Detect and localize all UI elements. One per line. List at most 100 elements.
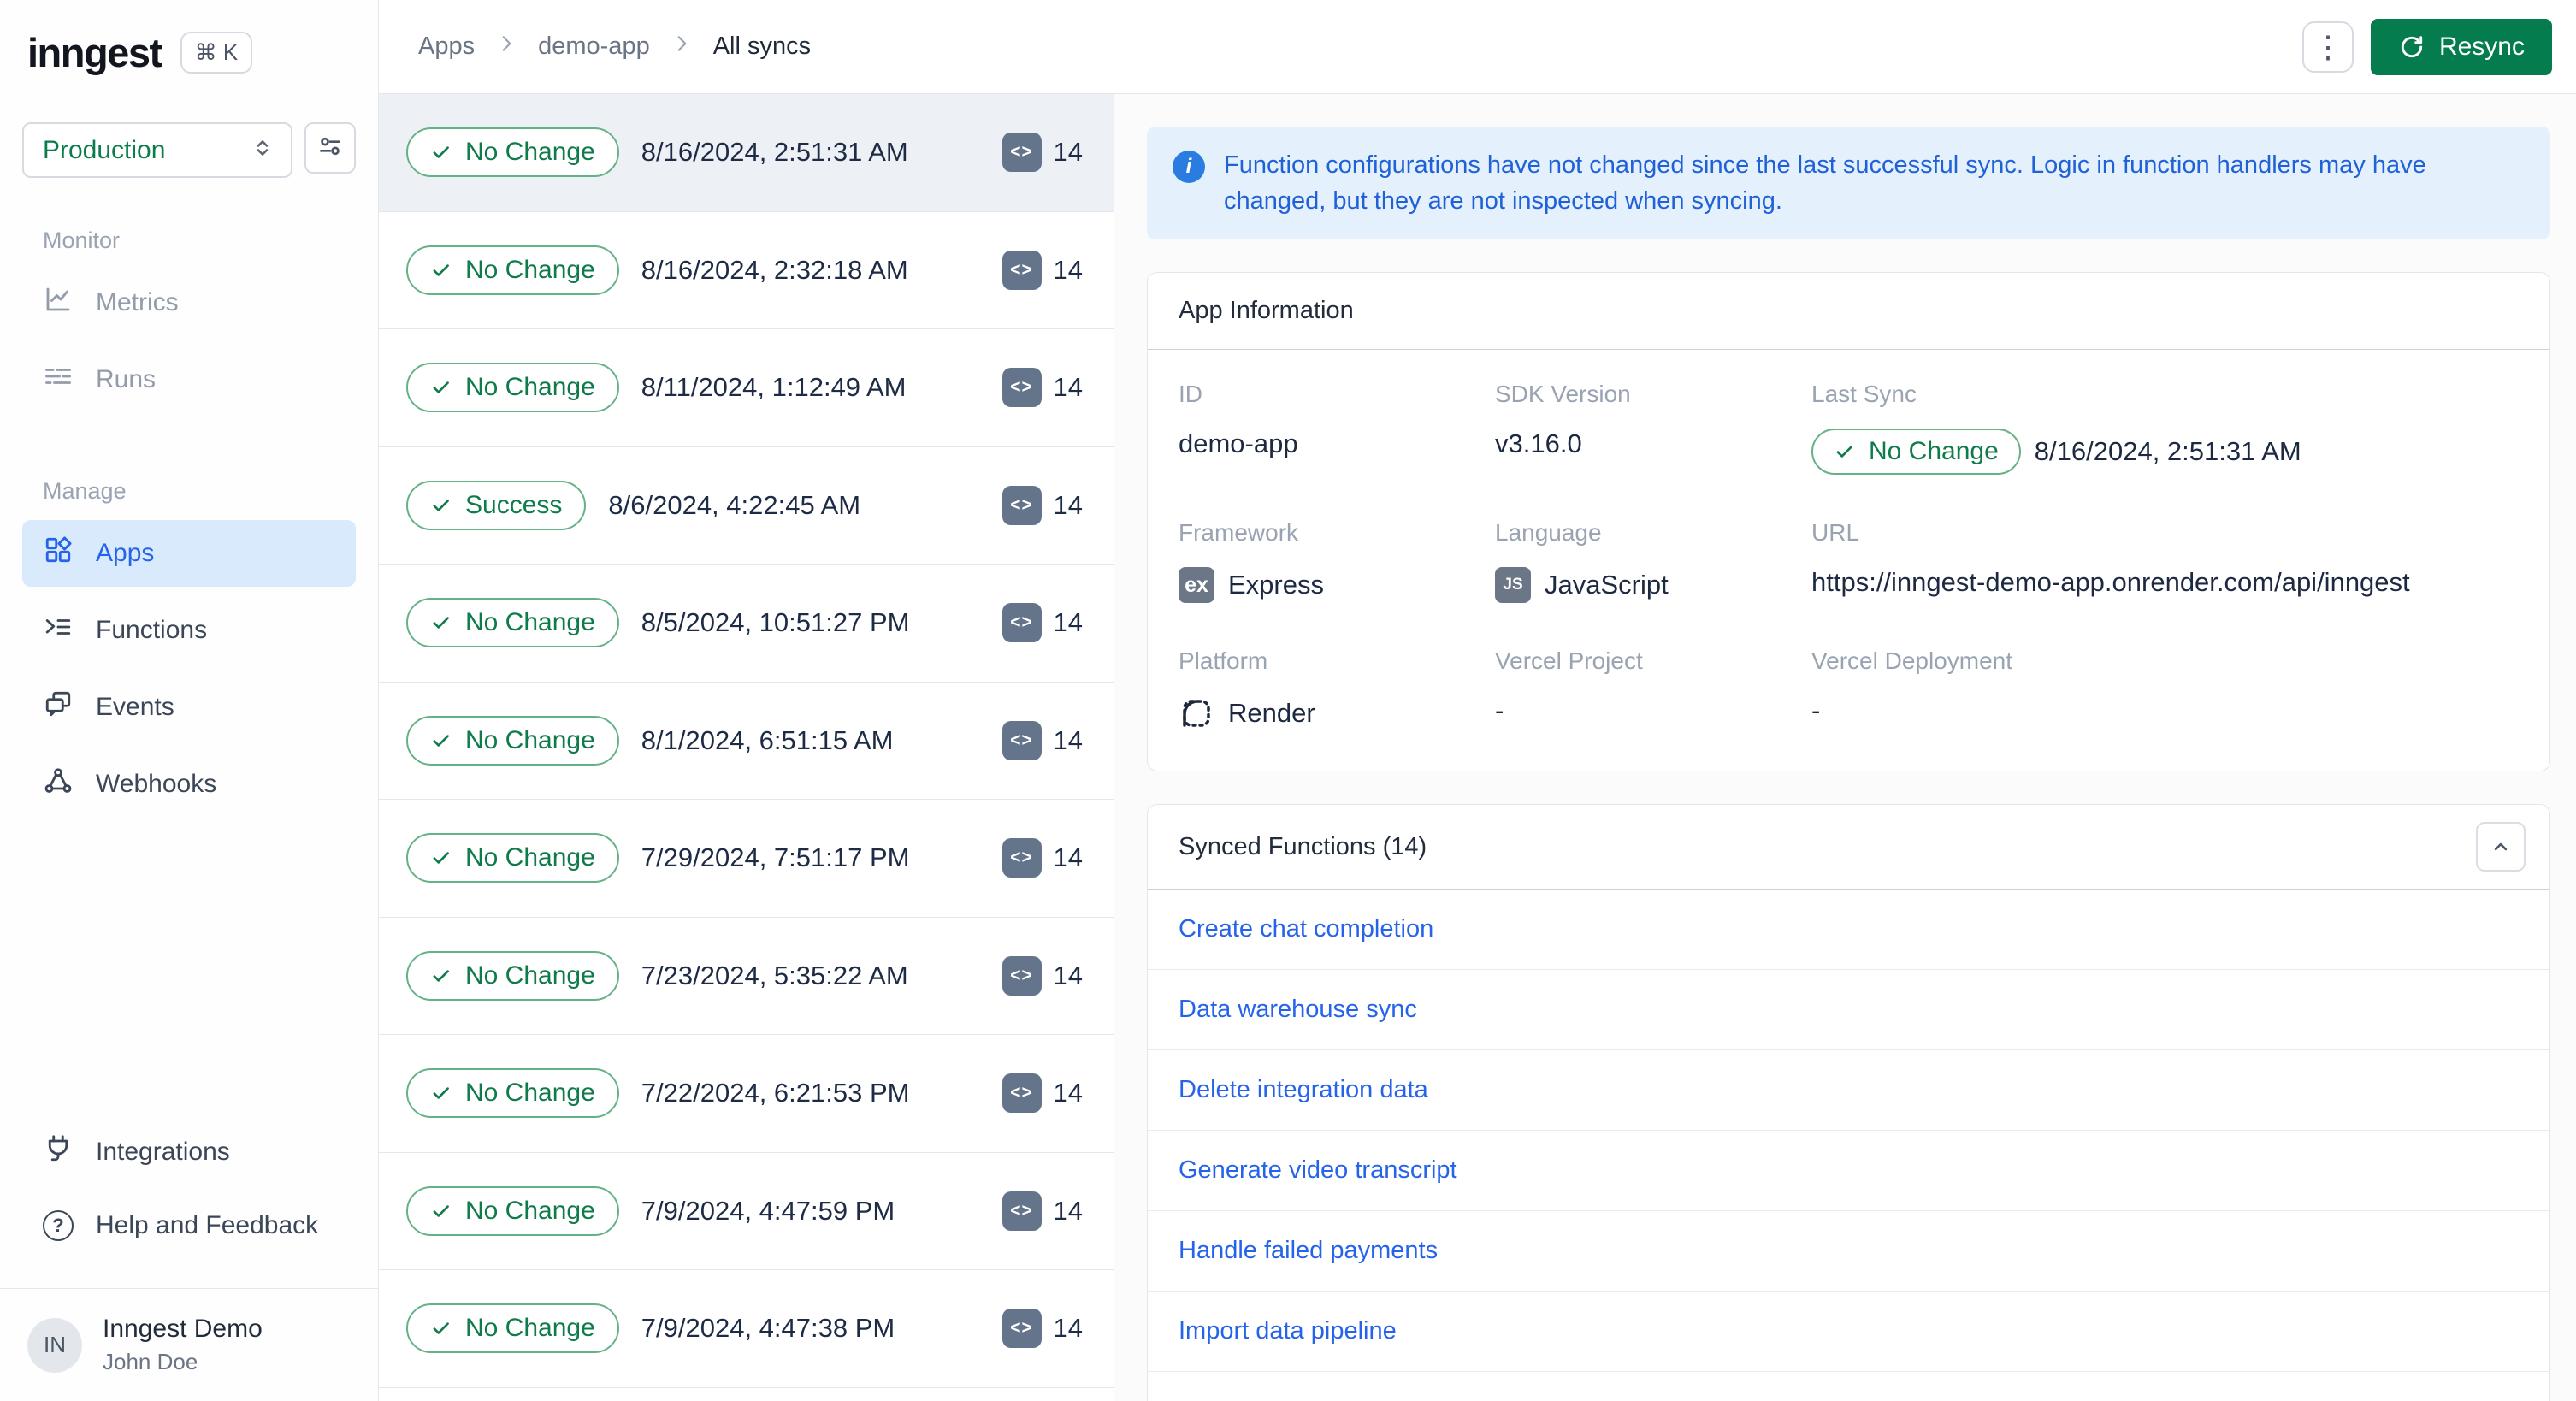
environment-select[interactable]: Production <box>22 122 292 178</box>
sidebar-item-label: Functions <box>96 616 208 644</box>
info-icon: i <box>1173 151 1205 183</box>
sync-row[interactable]: No Change 7/9/2024, 4:09:07 PM <>14 <box>379 1387 1114 1401</box>
functions-count-icon: <> <box>1001 1309 1042 1349</box>
info-banner: i Function configurations have not chang… <box>1147 127 2550 239</box>
sidebar-item-help[interactable]: ? Help and Feedback <box>22 1196 356 1256</box>
user-org: Inngest Demo <box>103 1315 263 1343</box>
status-badge: No Change <box>1811 429 2021 475</box>
sliders-icon <box>316 133 344 164</box>
function-link[interactable]: Generate video transcript <box>1179 1156 1457 1184</box>
search-shortcut-badge[interactable]: ⌘ K <box>180 32 253 74</box>
sidebar-item-label: Help and Feedback <box>96 1211 319 1239</box>
sync-row[interactable]: No Change 8/16/2024, 2:51:31 AM <> 14 <box>379 94 1114 212</box>
function-link[interactable]: Import data pipeline <box>1179 1317 1397 1345</box>
sync-row[interactable]: No Change 8/1/2024, 6:51:15 AM <> 14 <box>379 682 1114 800</box>
sidebar-item-events[interactable]: Events <box>22 674 356 741</box>
function-row: Import data pipeline <box>1148 1292 2549 1372</box>
content: No Change 8/16/2024, 2:51:31 AM <> 14 No … <box>379 94 2576 1401</box>
sidebar-item-webhooks[interactable]: Webhooks <box>22 751 356 818</box>
sync-row[interactable]: No Change 7/9/2024, 4:47:59 PM <> 14 <box>379 1152 1114 1270</box>
user-menu[interactable]: IN Inngest Demo John Doe <box>22 1289 356 1375</box>
sidebar-item-label: Webhooks <box>96 770 217 798</box>
sync-row[interactable]: No Change 7/23/2024, 5:35:22 AM <> 14 <box>379 917 1114 1035</box>
top-bar: Apps demo-app All syncs ⋮ Resync <box>379 0 2576 94</box>
check-icon <box>433 381 449 393</box>
resync-label: Resync <box>2438 32 2525 61</box>
plug-icon <box>43 1133 74 1171</box>
sidebar-section-monitor: Monitor <box>43 228 121 253</box>
sidebar-item-label: Metrics <box>96 288 179 316</box>
sidebar-item-runs[interactable]: Runs <box>22 346 356 413</box>
sync-row[interactable]: Success 8/6/2024, 4:22:45 AM <> 14 <box>379 446 1114 565</box>
functions-count: 14 <box>1053 254 1083 285</box>
status-badge: No Change <box>406 833 619 884</box>
function-row: Handle failed payments <box>1148 1211 2549 1292</box>
sync-row[interactable]: No Change 8/16/2024, 2:32:18 AM <> 14 <box>379 211 1114 329</box>
field-platform: Platform Render <box>1179 647 1495 731</box>
question-glyph: ? <box>52 1215 64 1236</box>
sync-timestamp: 7/29/2024, 7:51:17 PM <box>641 842 910 873</box>
sidebar-item-integrations[interactable]: Integrations <box>22 1119 356 1185</box>
sync-row[interactable]: No Change 7/29/2024, 7:51:17 PM <> 14 <box>379 800 1114 918</box>
chevron-right-icon <box>495 33 517 62</box>
webhooks-icon <box>43 766 74 803</box>
sync-detail-panel: i Function configurations have not chang… <box>1114 94 2576 1401</box>
check-icon <box>1836 446 1852 458</box>
functions-count-icon: <> <box>1001 1073 1042 1114</box>
collapse-button[interactable] <box>2476 822 2526 872</box>
status-badge: No Change <box>406 1185 619 1236</box>
check-icon <box>433 264 449 276</box>
sync-row[interactable]: No Change 7/9/2024, 4:47:38 PM <> 14 <box>379 1270 1114 1388</box>
field-framework: Framework ex Express <box>1179 519 1495 603</box>
functions-icon <box>43 612 74 649</box>
sidebar-item-label: Integrations <box>96 1138 230 1166</box>
more-actions-button[interactable]: ⋮ <box>2301 21 2354 73</box>
sync-row[interactable]: No Change 8/11/2024, 1:12:49 AM <> 14 <box>379 329 1114 447</box>
refresh-icon <box>2398 33 2425 61</box>
function-link[interactable]: Delete integration data <box>1179 1076 1428 1103</box>
user-name: John Doe <box>103 1349 198 1374</box>
breadcrumb: Apps demo-app All syncs <box>418 33 811 62</box>
runs-list-icon <box>43 361 74 399</box>
status-badge: No Change <box>406 715 619 766</box>
check-icon <box>433 735 449 747</box>
functions-count-icon: <> <box>1001 485 1042 525</box>
sync-row[interactable]: No Change 7/22/2024, 6:21:53 PM <> 14 <box>379 1035 1114 1153</box>
function-link[interactable]: Handle failed payments <box>1179 1237 1438 1264</box>
status-badge: No Change <box>406 950 619 1001</box>
field-sdk-version: SDK Version v3.16.0 <box>1495 381 1631 458</box>
environment-settings-button[interactable] <box>304 122 356 174</box>
function-link[interactable]: Send billing receipt <box>1179 1398 1388 1401</box>
sync-row[interactable]: No Change 8/5/2024, 10:51:27 PM <> 14 <box>379 565 1114 683</box>
resync-button[interactable]: Resync <box>2370 18 2552 75</box>
sidebar-item-metrics[interactable]: Metrics <box>22 269 356 336</box>
field-vercel-deployment: Vercel Deployment - <box>1811 647 2013 725</box>
functions-count-icon: <> <box>1001 720 1042 760</box>
sidebar-item-apps[interactable]: Apps <box>22 520 356 587</box>
status-badge: No Change <box>406 245 619 295</box>
sidebar-item-functions[interactable]: Functions <box>22 597 356 664</box>
sync-timestamp: 8/16/2024, 2:32:18 AM <box>641 254 908 285</box>
sidebar: inngest ⌘ K Production Monitor Metrics R… <box>0 0 379 1401</box>
function-link[interactable]: Create chat completion <box>1179 915 1433 943</box>
inngest-logo: inngest <box>27 30 162 75</box>
field-language: Language JS JavaScript <box>1495 519 1811 603</box>
breadcrumb-apps[interactable]: Apps <box>418 33 475 61</box>
function-link[interactable]: Data warehouse sync <box>1179 996 1417 1023</box>
check-icon <box>433 852 449 864</box>
check-icon <box>433 500 449 511</box>
status-badge: No Change <box>406 598 619 648</box>
render-icon <box>1179 695 1214 731</box>
functions-count-icon: <> <box>1001 1191 1042 1231</box>
app-root: inngest ⌘ K Production Monitor Metrics R… <box>0 0 2576 1401</box>
chevron-up-down-icon <box>250 135 275 165</box>
sidebar-item-label: Apps <box>96 539 155 567</box>
breadcrumb-demo-app[interactable]: demo-app <box>538 33 650 61</box>
sync-timestamp: 8/6/2024, 4:22:45 AM <box>608 489 861 520</box>
sidebar-item-label: Events <box>96 693 174 721</box>
sidebar-item-label: Runs <box>96 365 157 393</box>
status-badge: No Change <box>406 1303 619 1354</box>
chevron-right-icon <box>671 33 693 62</box>
synced-functions-card: Synced Functions (14) Create chat comple… <box>1147 804 2550 1401</box>
field-url: URL https://inngest-demo-app.onrender.co… <box>1811 519 2410 597</box>
